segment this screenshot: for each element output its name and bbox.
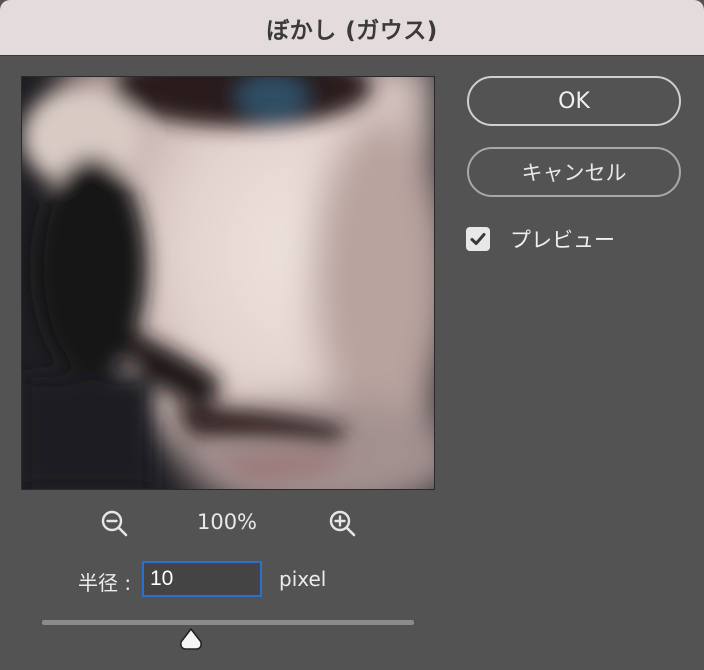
zoom-controls: 100% xyxy=(0,506,460,542)
zoom-level: 100% xyxy=(196,510,258,534)
preview-checkbox[interactable]: プレビュー xyxy=(466,224,615,254)
title-bar: ぼかし (ガウス) xyxy=(0,0,704,56)
zoom-out-icon[interactable] xyxy=(99,508,131,540)
ok-button[interactable]: OK xyxy=(467,76,681,126)
zoom-in-icon[interactable] xyxy=(327,508,359,540)
blurred-face-preview xyxy=(22,77,434,489)
radius-unit: pixel xyxy=(279,567,327,591)
radius-label: 半径 : xyxy=(78,571,132,595)
gaussian-blur-dialog: ぼかし (ガウス) OK キャンセル プレビュー 100% 半径: 10 pi… xyxy=(0,0,704,670)
preview-label: プレビュー xyxy=(510,228,615,252)
preview-image[interactable] xyxy=(21,76,435,490)
dialog-title: ぼかし (ガウス) xyxy=(266,17,438,44)
checkmark-icon[interactable] xyxy=(466,227,490,251)
radius-input[interactable] xyxy=(142,561,262,597)
cancel-button[interactable]: キャンセル xyxy=(467,147,681,197)
ok-button-label: OK xyxy=(558,88,590,114)
radius-slider-track[interactable] xyxy=(42,620,414,625)
radius-slider-thumb[interactable] xyxy=(178,627,204,651)
cancel-button-label: キャンセル xyxy=(521,161,627,185)
